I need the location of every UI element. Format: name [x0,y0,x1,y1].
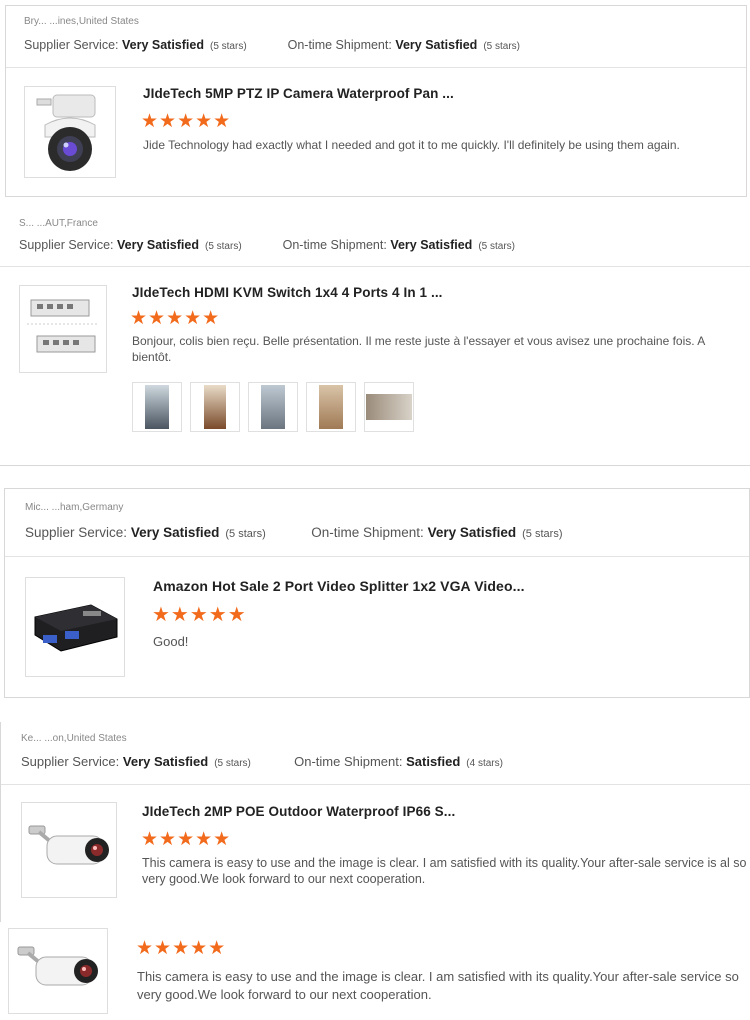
supplier-rating: Very Satisfied [121,38,204,52]
review-text: This camera is easy to use and the image… [142,856,747,886]
review-card: Ke... ...on,United States Supplier Servi… [0,722,750,930]
review-photo[interactable] [132,382,182,432]
product-title[interactable]: JIdeTech 5MP PTZ IP Camera Waterproof Pa… [143,86,454,101]
review-text: Good! [153,634,189,649]
bullet-camera-icon [17,946,98,986]
product-thumbnail[interactable] [24,86,116,178]
review-text: Jide Technology had exactly what I neede… [143,138,680,152]
star-rating: ★★★★★ [141,829,232,850]
product-title[interactable]: JIdeTech 2MP POE Outdoor Waterproof IP66… [142,804,455,819]
ratings-row: Supplier Service: Very Satisfied (5 stars… [25,525,563,540]
product-title[interactable]: JIdeTech HDMI KVM Switch 1x4 4 Ports 4 I… [132,285,443,300]
star-rating: ★★★★★ [152,604,247,626]
shipment-rating: Very Satisfied [427,525,517,540]
ratings-row: Supplier Service: Very Satisfied (5 stars… [21,754,503,769]
star-rating: ★★★★★ [136,938,227,959]
review-text: Bonjour, colis bien reçu. Belle présenta… [132,334,705,364]
review-photo[interactable] [190,382,240,432]
supplier-rating: Very Satisfied [130,525,220,540]
product-title[interactable]: Amazon Hot Sale 2 Port Video Splitter 1x… [153,578,525,594]
review-photo[interactable] [306,382,356,432]
product-thumbnail[interactable] [25,577,125,677]
shipment-rating: Satisfied [406,754,461,769]
ptz-camera-icon [36,94,96,171]
reviewer-location: S... ...AUT,France [19,218,98,229]
product-thumbnail[interactable] [21,802,117,898]
shipment-rating: Very Satisfied [395,38,478,52]
product-thumbnail[interactable] [8,928,108,1014]
reviewer-location: Bry... ...ines,United States [24,16,139,27]
kvm-switch-icon [27,299,97,353]
review-card: Mic... ...ham,Germany Supplier Service: … [4,488,750,698]
review-photo[interactable] [364,382,414,432]
star-rating: ★★★★★ [141,111,232,132]
ratings-row: Supplier Service: Very Satisfied (5 stars… [24,38,520,52]
review-card: Bry... ...ines,United States Supplier Se… [5,5,747,197]
reviewer-location: Mic... ...ham,Germany [25,502,124,513]
ratings-row: Supplier Service: Very Satisfied (5 stars… [19,238,515,252]
supplier-rating: Very Satisfied [122,754,209,769]
star-rating: ★★★★★ [130,308,221,329]
vga-splitter-icon [34,604,118,652]
review-text: This camera is easy to use and the image… [137,969,739,1002]
supplier-rating: Very Satisfied [116,238,199,252]
shipment-rating: Very Satisfied [390,238,473,252]
review-photo[interactable] [248,382,298,432]
product-thumbnail[interactable] [19,285,107,373]
review-card: S... ...AUT,France Supplier Service: Ver… [0,208,750,466]
reviewer-location: Ke... ...on,United States [21,733,127,744]
review-card: ★★★★★ This camera is easy to use and the… [0,922,750,1020]
bullet-camera-icon [28,825,109,865]
